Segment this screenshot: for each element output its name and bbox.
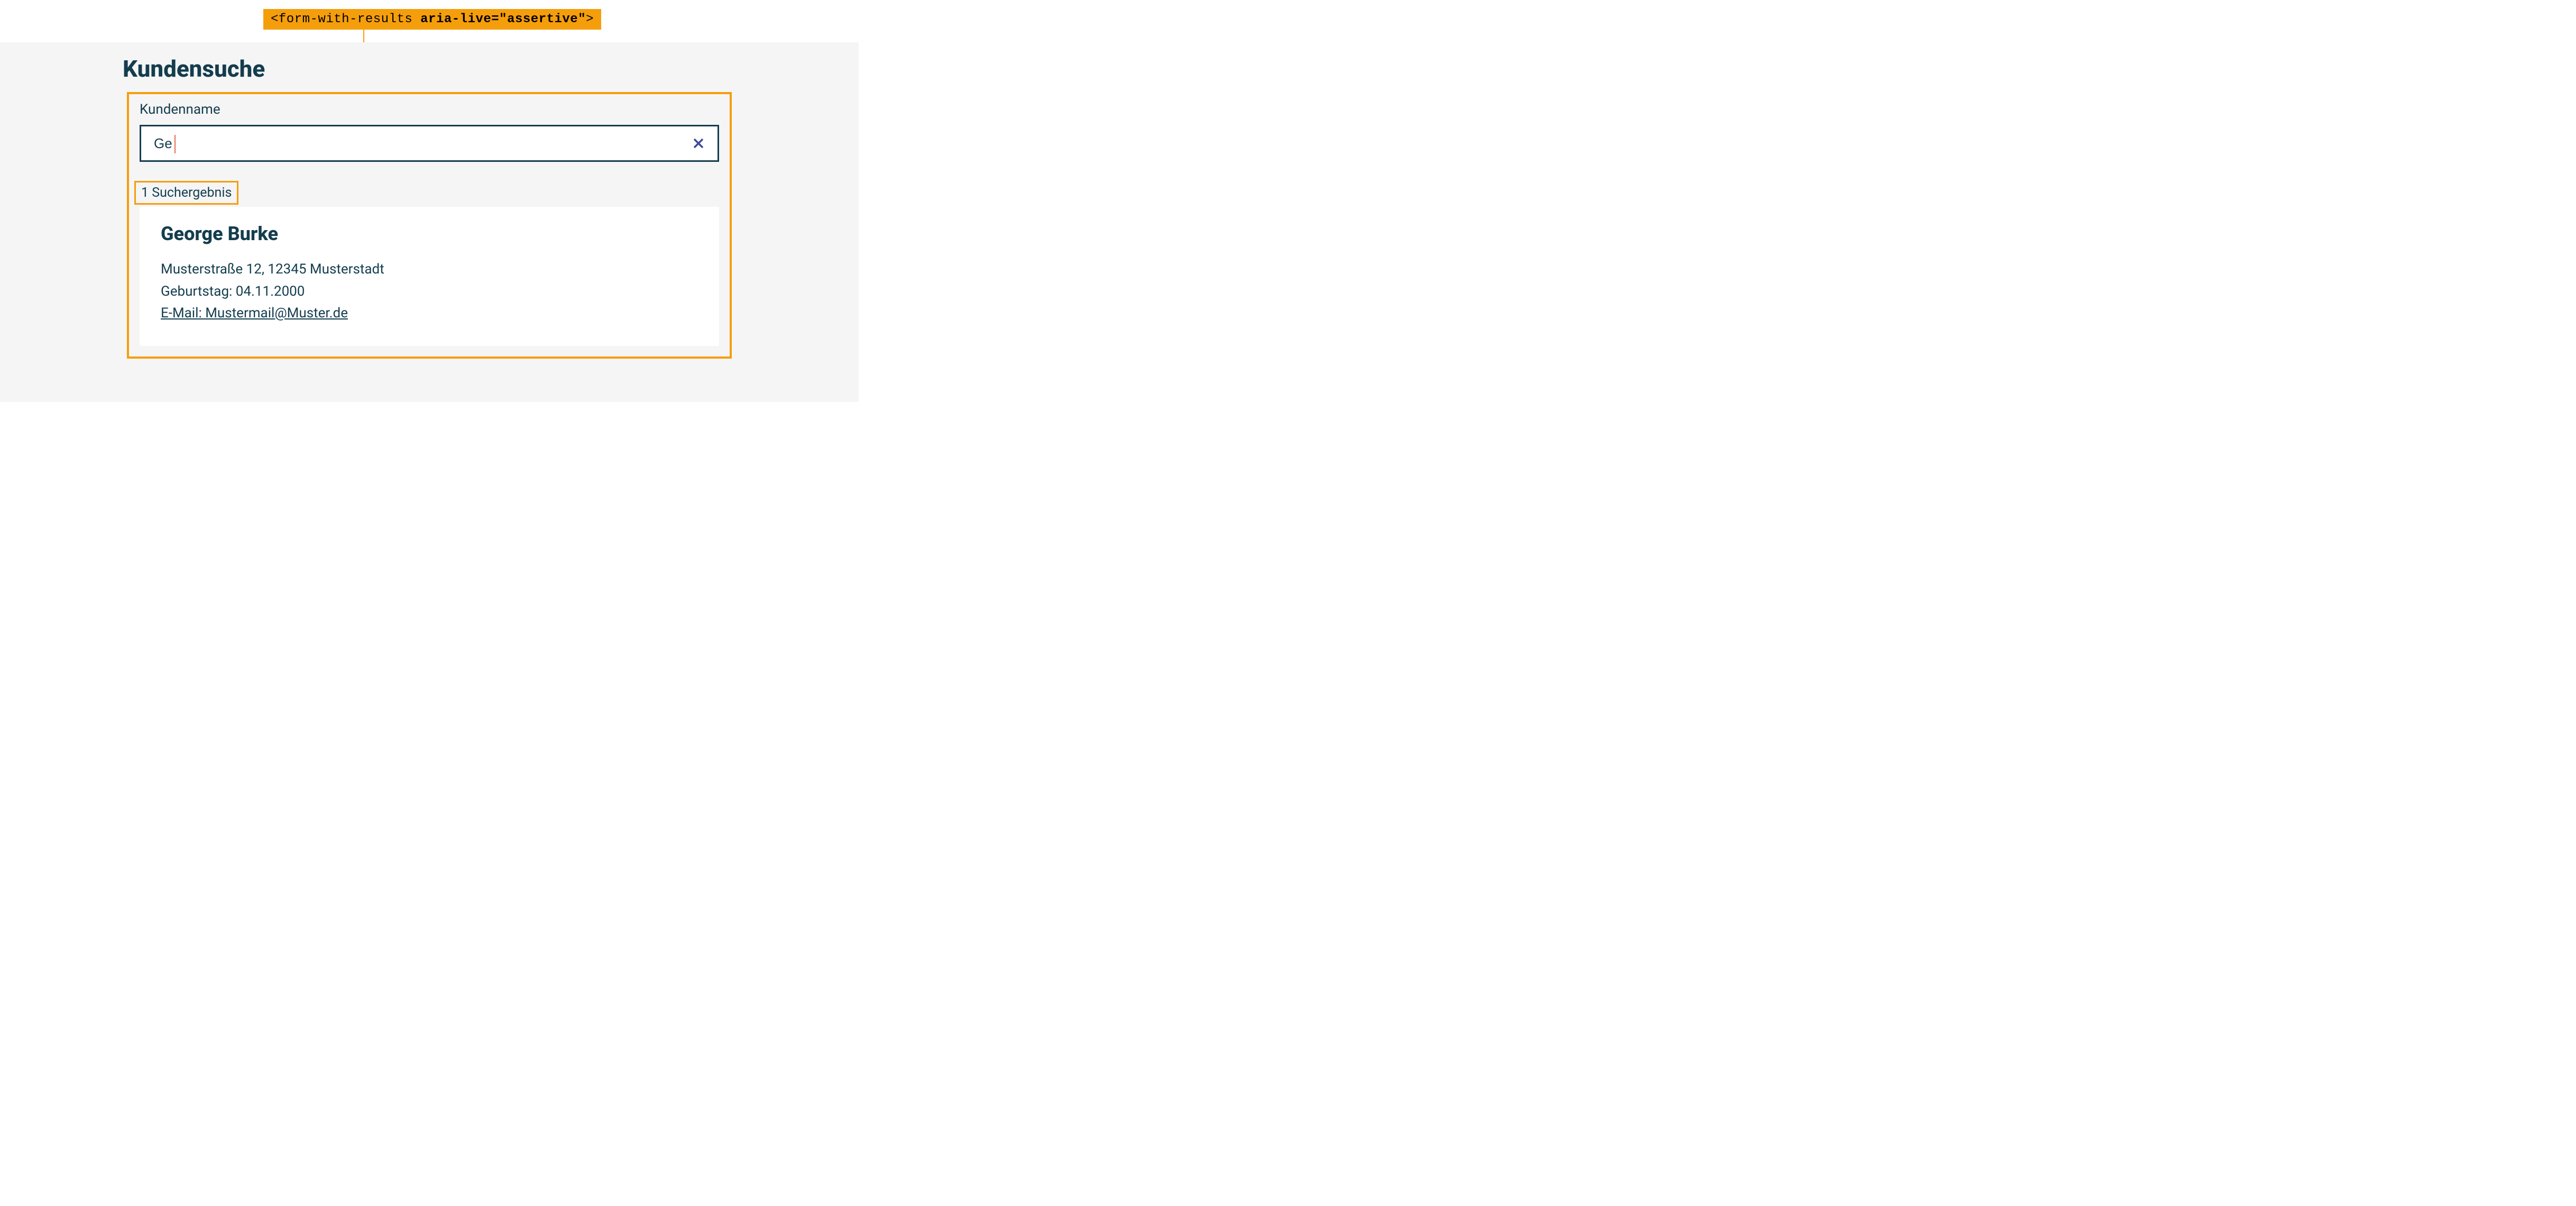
customer-name-label: Kundenname [140, 102, 719, 117]
result-birthday: Geburtstag: 04.11.2000 [161, 281, 698, 303]
content-panel: Kundensuche Kundenname 1 Suchergebnis Ge… [0, 42, 859, 402]
result-customer-name: George Burke [161, 223, 698, 245]
results-count-text: 1 Suchergebnis [141, 185, 232, 200]
form-with-results: Kundenname 1 Suchergebnis George Burke M… [127, 92, 732, 359]
annotation-suffix: > [586, 12, 594, 26]
aria-live-annotation: <form-with-results aria-live="assertive"… [263, 9, 601, 30]
text-cursor [174, 135, 176, 153]
result-address: Musterstraße 12, 12345 Musterstadt [161, 259, 698, 281]
result-email-link[interactable]: E-Mail: Mustermail@Muster.de [161, 303, 698, 325]
page-title: Kundensuche [123, 55, 732, 83]
customer-search-input[interactable] [154, 135, 692, 152]
results-count-box: 1 Suchergebnis [134, 181, 238, 205]
annotation-prefix: <form-with-results [271, 12, 420, 26]
annotation-bold: aria-live="assertive" [420, 12, 586, 26]
result-card[interactable]: George Burke Musterstraße 12, 12345 Must… [140, 207, 719, 346]
clear-input-icon[interactable] [692, 137, 705, 150]
search-input-wrapper [140, 125, 719, 162]
